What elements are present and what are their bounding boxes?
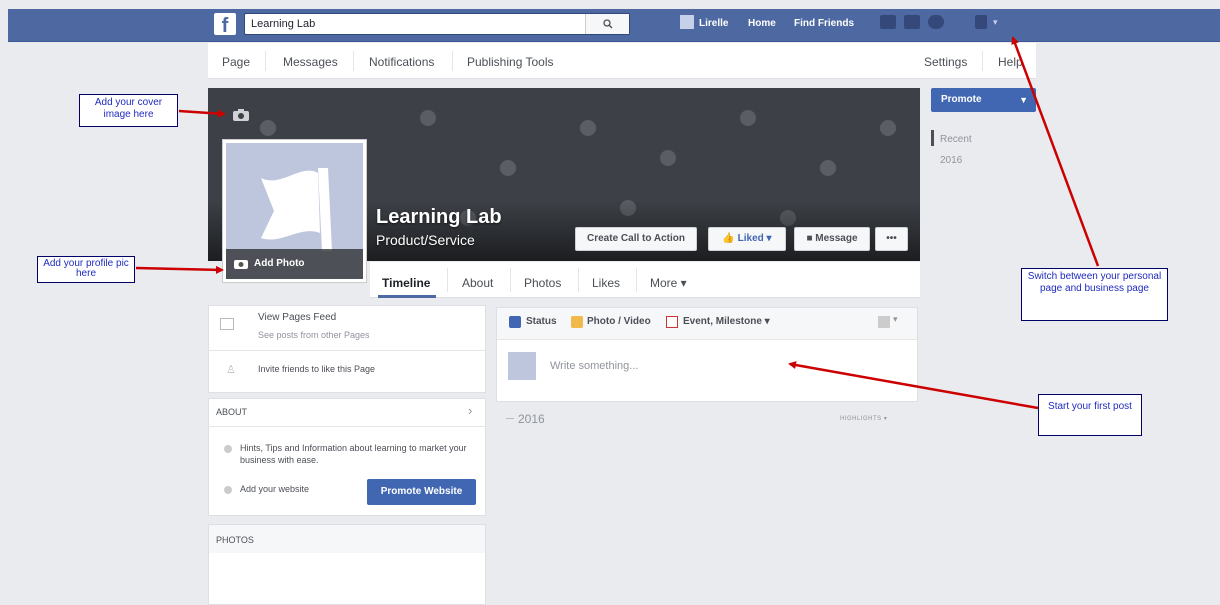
- divider: [982, 51, 983, 71]
- highlights-dropdown[interactable]: HIGHLIGHTS ▾: [840, 415, 887, 422]
- tab-about[interactable]: About: [462, 276, 493, 290]
- find-friends-link[interactable]: Find Friends: [794, 18, 854, 29]
- page-name[interactable]: Learning Lab: [376, 206, 502, 229]
- speech-bubble-icon: ■: [806, 233, 813, 244]
- nav-help[interactable]: Help: [998, 55, 1023, 69]
- tab-likes[interactable]: Likes: [592, 276, 620, 290]
- promote-button[interactable]: Promote ▼: [931, 88, 1036, 112]
- write-something-input[interactable]: Write something...: [550, 360, 638, 372]
- annotation-cover-image: Add your cover image here: [79, 94, 178, 127]
- active-tab-indicator: [378, 295, 436, 298]
- divider: [636, 268, 637, 292]
- camera-icon: [234, 260, 248, 269]
- liked-label: Liked ▾: [737, 233, 772, 244]
- divider: [353, 51, 354, 71]
- divider: [578, 268, 579, 292]
- add-photo-button[interactable]: Add Photo: [226, 249, 363, 279]
- thumbs-up-icon: 👍: [722, 233, 735, 244]
- calendar-icon: [666, 316, 678, 328]
- pages-feed-card: [208, 305, 486, 393]
- tab-timeline[interactable]: Timeline: [382, 276, 430, 290]
- page-tabs: [370, 262, 920, 298]
- photos-header: PHOTOS: [216, 535, 254, 545]
- view-pages-feed-subtitle: See posts from other Pages: [258, 330, 370, 340]
- messages-icon[interactable]: [904, 15, 920, 29]
- profile-picture[interactable]: Add Photo: [222, 139, 367, 283]
- nav-messages[interactable]: Messages: [283, 55, 338, 69]
- annotation-first-post: Start your first post: [1038, 394, 1142, 436]
- chevron-right-icon[interactable]: ›: [468, 403, 472, 418]
- composer-page-avatar: [508, 352, 536, 380]
- chevron-down-icon[interactable]: ▾: [893, 314, 898, 325]
- nav-notifications[interactable]: Notifications: [369, 55, 434, 69]
- feed-icon: [220, 318, 234, 330]
- arrow-to-profile: [135, 265, 224, 274]
- timeline-recent-link[interactable]: Recent: [940, 134, 972, 145]
- about-header: ABOUT: [216, 407, 248, 417]
- info-icon: [224, 445, 232, 453]
- timeline-year: 2016: [518, 412, 545, 426]
- search-input[interactable]: [251, 15, 591, 33]
- divider: [510, 268, 511, 292]
- divider: [447, 268, 448, 292]
- divider: [452, 51, 453, 71]
- message-button[interactable]: ■ Message: [794, 227, 870, 251]
- home-link[interactable]: Home: [748, 18, 776, 29]
- photo-icon: [571, 316, 583, 328]
- event-milestone-option[interactable]: Event, Milestone ▾: [683, 316, 770, 327]
- chevron-down-icon: ▼: [1019, 95, 1028, 105]
- cover-camera-icon[interactable]: [232, 108, 250, 122]
- flag-icon: [261, 168, 332, 251]
- facebook-logo-icon[interactable]: f: [214, 13, 236, 35]
- tab-more[interactable]: More ▾: [650, 276, 687, 290]
- about-description: Hints, Tips and Information about learni…: [240, 443, 467, 465]
- message-label: Message: [815, 233, 858, 244]
- nav-page[interactable]: Page: [222, 55, 250, 69]
- invite-friends-link[interactable]: Invite friends to like this Page: [258, 364, 375, 374]
- post-as-icon[interactable]: [878, 316, 890, 328]
- status-pencil-icon: [509, 316, 521, 328]
- search-button[interactable]: [585, 14, 629, 34]
- add-photo-label: Add Photo: [254, 258, 305, 269]
- globe-icon: [224, 486, 232, 494]
- annotation-switch-page: Switch between your personal page and bu…: [1021, 268, 1168, 321]
- divider: [208, 426, 486, 427]
- user-avatar[interactable]: [680, 15, 694, 29]
- divider: [506, 418, 514, 419]
- nav-publishing-tools[interactable]: Publishing Tools: [467, 55, 554, 69]
- account-menu-chevron-icon[interactable]: ▾: [993, 17, 998, 28]
- magnifier-icon: [602, 19, 612, 29]
- page-category[interactable]: Product/Service: [376, 232, 475, 248]
- tab-photos[interactable]: Photos: [524, 276, 561, 290]
- promote-website-button[interactable]: Promote Website: [367, 479, 476, 505]
- nav-settings[interactable]: Settings: [924, 55, 967, 69]
- annotation-profile-pic: Add your profile pic here: [37, 256, 135, 283]
- divider: [208, 350, 486, 351]
- status-option[interactable]: Status: [526, 316, 557, 327]
- notifications-globe-icon[interactable]: [928, 15, 944, 29]
- search-box[interactable]: [244, 13, 630, 35]
- liked-button[interactable]: 👍 Liked ▾: [708, 227, 786, 251]
- more-options-button[interactable]: •••: [875, 227, 908, 251]
- photo-video-option[interactable]: Photo / Video: [587, 316, 651, 327]
- friend-requests-icon[interactable]: [880, 15, 896, 29]
- promote-label: Promote: [941, 94, 982, 105]
- create-call-to-action-button[interactable]: Create Call to Action: [575, 227, 697, 251]
- user-name-link[interactable]: Lirelle: [699, 18, 728, 29]
- view-pages-feed-link[interactable]: View Pages Feed: [258, 312, 336, 323]
- invite-person-icon: ♙: [226, 364, 236, 376]
- divider: [265, 51, 266, 71]
- profile-picture-placeholder: Add Photo: [226, 143, 363, 279]
- add-website-link[interactable]: Add your website: [240, 484, 309, 494]
- account-switch-icon[interactable]: [975, 15, 987, 29]
- timeline-year-link[interactable]: 2016: [940, 155, 962, 166]
- recent-indicator: [931, 130, 934, 146]
